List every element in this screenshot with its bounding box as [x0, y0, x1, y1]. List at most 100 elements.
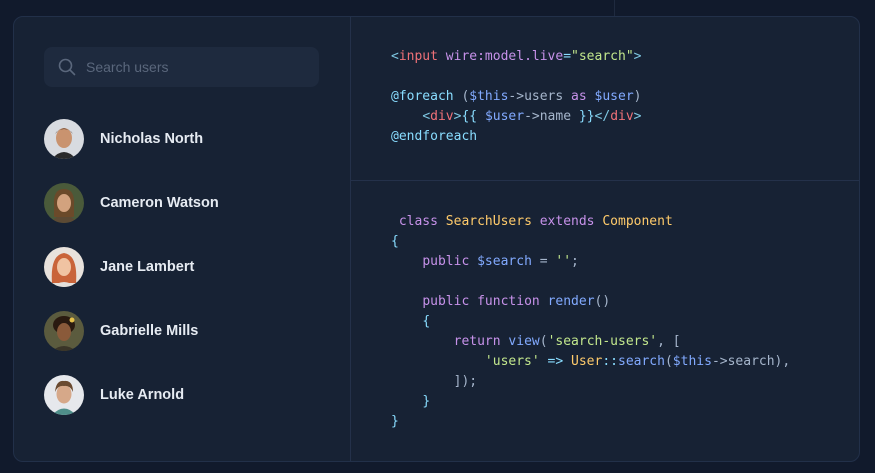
code-line: <input wire:model.live="search">: [391, 47, 642, 67]
code-line: }: [391, 412, 790, 432]
code-token: ): [633, 89, 642, 104]
php-code: class SearchUsers extends Component { pub…: [391, 212, 790, 432]
search-box[interactable]: [44, 47, 319, 87]
code-token: '': [555, 254, 572, 269]
page-background: Nicholas North Cameron Watson: [0, 0, 875, 473]
code-token: wire:model.live: [445, 49, 564, 64]
code-token: {: [422, 314, 431, 329]
code-token: }: [422, 394, 431, 409]
code-token: @endforeach: [391, 129, 478, 144]
code-token: ;: [571, 254, 579, 269]
code-token: $user: [594, 89, 634, 104]
code-token: $this: [469, 89, 509, 104]
code-token: ->search),: [711, 354, 791, 369]
code-token: </: [594, 109, 611, 124]
code-line: public function render(): [391, 292, 790, 312]
list-item[interactable]: Jane Lambert: [44, 247, 219, 287]
user-name: Cameron Watson: [100, 195, 219, 211]
code-line: public $search = '';: [391, 252, 790, 272]
code-line: return view('search-users', [: [391, 332, 790, 352]
code-token: function: [477, 294, 540, 309]
code-token: $search: [477, 254, 532, 269]
code-token: Component: [602, 214, 673, 229]
search-icon: [58, 58, 76, 76]
code-token: }: [391, 414, 399, 429]
code-token: public: [422, 254, 470, 269]
code-token: {{: [461, 109, 485, 124]
user-name: Nicholas North: [100, 131, 204, 147]
code-token: render: [547, 294, 595, 309]
code-token: }}: [578, 109, 595, 124]
code-line: }: [391, 392, 790, 412]
avatar: [44, 247, 84, 287]
search-input[interactable]: [84, 58, 298, 76]
code-token: input: [398, 49, 438, 64]
code-token: =: [563, 49, 572, 64]
code-panel: <input wire:model.live="search"> @foreac…: [351, 17, 859, 461]
list-item[interactable]: Luke Arnold: [44, 375, 219, 415]
demo-card: Nicholas North Cameron Watson: [13, 16, 860, 462]
php-code-block: class SearchUsers extends Component { pub…: [351, 181, 859, 461]
user-list: Nicholas North Cameron Watson Jane Lambe…: [44, 119, 219, 439]
code-token: >: [633, 49, 642, 64]
user-search-panel: Nicholas North Cameron Watson: [14, 17, 351, 461]
code-token: ]);: [391, 374, 478, 389]
list-item[interactable]: Cameron Watson: [44, 183, 219, 223]
code-token: return: [453, 334, 501, 349]
code-token: @foreach: [391, 89, 454, 104]
user-name: Luke Arnold: [100, 387, 185, 403]
avatar: [44, 311, 84, 351]
code-token: ->name: [524, 109, 579, 124]
avatar: [44, 183, 84, 223]
code-token: extends: [539, 214, 595, 229]
code-token: >: [633, 109, 642, 124]
code-token: 'search-users': [547, 334, 658, 349]
code-token: div: [610, 109, 634, 124]
code-token: ::: [602, 354, 618, 369]
user-name: Jane Lambert: [100, 259, 195, 275]
code-token: "search": [571, 49, 634, 64]
code-token: =: [531, 254, 556, 269]
code-line: ]);: [391, 372, 790, 392]
code-token: as: [571, 89, 587, 104]
code-token: SearchUsers: [445, 214, 532, 229]
code-token: class: [398, 214, 438, 229]
list-item[interactable]: Gabrielle Mills: [44, 311, 219, 351]
avatar: [44, 119, 84, 159]
code-line: class SearchUsers extends Component: [391, 212, 790, 232]
code-line: <div>{{ $user->name }}</div>: [391, 107, 642, 127]
avatar: [44, 375, 84, 415]
code-line: @foreach ($this->users as $user): [391, 87, 642, 107]
background-divider: [614, 0, 615, 16]
code-line: 'users' => User::search($this->search),: [391, 352, 790, 372]
code-token: , [: [657, 334, 681, 349]
code-line: {: [391, 232, 790, 252]
code-token: (: [539, 334, 548, 349]
code-token: User: [571, 354, 603, 369]
code-token: $user: [484, 109, 525, 124]
code-token: =>: [547, 354, 564, 369]
code-token: $this: [672, 354, 712, 369]
list-item[interactable]: Nicholas North: [44, 119, 219, 159]
code-token: {: [391, 234, 399, 249]
code-token: ->users: [508, 89, 572, 104]
code-token: <: [391, 49, 399, 64]
code-token: public: [422, 294, 470, 309]
